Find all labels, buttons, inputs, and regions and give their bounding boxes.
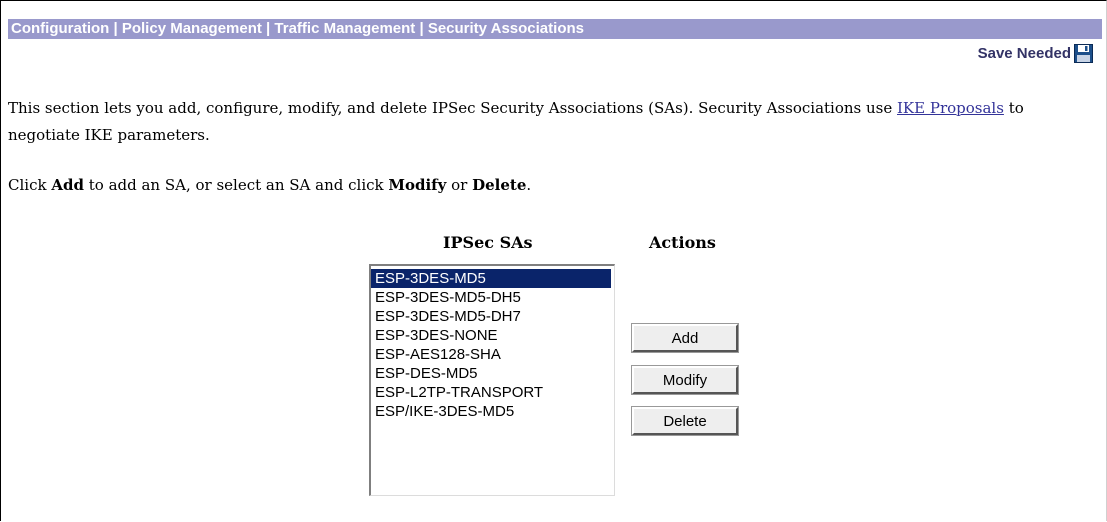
section-description: This section lets you add, configure, mo…	[8, 95, 1088, 149]
instructions-text: Click	[8, 176, 52, 194]
instructions-add-word: Add	[51, 176, 84, 194]
modify-button[interactable]: Modify	[631, 365, 739, 395]
floppy-disk-icon	[1074, 44, 1093, 63]
add-button[interactable]: Add	[631, 323, 739, 353]
sa-list-item[interactable]: ESP-L2TP-TRANSPORT	[371, 383, 614, 402]
save-needed-link[interactable]: Save Needed	[978, 44, 1093, 63]
sa-list-item[interactable]: ESP-3DES-NONE	[371, 326, 614, 345]
description-text: This section lets you add, configure, mo…	[8, 99, 897, 117]
sa-list-item[interactable]: ESP-AES128-SHA	[371, 345, 614, 364]
sa-list-item[interactable]: ESP-3DES-MD5-DH7	[371, 307, 614, 326]
ipsec-sa-listbox[interactable]: ESP-3DES-MD5 ESP-3DES-MD5-DH5 ESP-3DES-MD5…	[369, 264, 615, 496]
instructions: Click Add to add an SA, or select an SA …	[8, 176, 531, 194]
sa-list-item[interactable]: ESP-3DES-MD5-DH5	[371, 288, 614, 307]
instructions-text: .	[526, 176, 532, 194]
delete-button[interactable]: Delete	[631, 406, 739, 436]
instructions-delete-word: Delete	[472, 176, 527, 194]
breadcrumb: Configuration | Policy Management | Traf…	[8, 19, 1102, 39]
ipsec-sas-heading: IPSec SAs	[443, 233, 533, 252]
ike-proposals-link[interactable]: IKE Proposals	[897, 99, 1004, 117]
actions-heading: Actions	[649, 233, 716, 252]
instructions-modify-word: Modify	[388, 176, 447, 194]
sa-list-item[interactable]: ESP-DES-MD5	[371, 364, 614, 383]
save-needed-label: Save Needed	[977, 45, 1071, 62]
sa-list-item[interactable]: ESP-3DES-MD5	[371, 269, 611, 288]
instructions-text: or	[446, 176, 473, 194]
sa-list-item[interactable]: ESP/IKE-3DES-MD5	[371, 402, 614, 421]
instructions-text: to add an SA, or select an SA and click	[83, 176, 389, 194]
